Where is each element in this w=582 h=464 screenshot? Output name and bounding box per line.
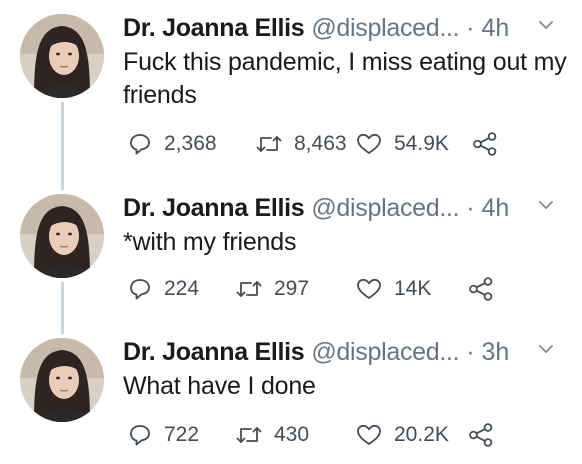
reply-count: 722: [164, 423, 200, 446]
thread-connector-line: [61, 282, 64, 334]
reply-button[interactable]: 224: [128, 274, 199, 304]
reply-icon: [130, 279, 150, 300]
display-name[interactable]: Dr. Joanna Ellis: [123, 14, 305, 42]
retweet-icon: [256, 136, 282, 152]
retweet-icon: [236, 427, 262, 443]
tweet-header: Dr. Joanna Ellis @displaced... · 4h: [123, 12, 509, 44]
heart-icon: [357, 133, 381, 154]
share-button[interactable]: [468, 274, 494, 304]
timestamp[interactable]: 4h: [482, 194, 510, 222]
reply-count: 224: [164, 277, 200, 300]
like-button[interactable]: 54.9K: [356, 129, 449, 159]
share-icon: [473, 132, 497, 156]
retweet-count: 8,463: [294, 132, 347, 155]
tweet-actions: 722 430 20.2K: [128, 420, 558, 450]
heart-icon: [357, 278, 381, 299]
share-button[interactable]: [472, 129, 498, 159]
display-name[interactable]: Dr. Joanna Ellis: [123, 338, 305, 366]
retweet-count: 430: [274, 423, 310, 446]
reply-count: 2,368: [164, 132, 217, 155]
retweet-button[interactable]: 8,463: [256, 129, 347, 159]
tweet-text: *with my friends: [123, 228, 297, 256]
reply-icon: [130, 134, 150, 155]
chevron-down-icon[interactable]: [538, 343, 554, 355]
tweet-header: Dr. Joanna Ellis @displaced... · 3h: [123, 336, 509, 368]
timestamp[interactable]: 4h: [482, 14, 510, 42]
chevron-down-icon[interactable]: [538, 199, 554, 211]
tweet-text: What have I done: [123, 372, 316, 400]
reply-button[interactable]: 2,368: [128, 129, 217, 159]
like-count: 20.2K: [394, 423, 449, 446]
separator-dot: ·: [466, 194, 475, 222]
user-handle[interactable]: @displaced...: [311, 194, 459, 222]
user-handle[interactable]: @displaced...: [311, 14, 459, 42]
share-icon: [469, 277, 493, 301]
separator-dot: ·: [466, 338, 475, 366]
avatar[interactable]: [20, 338, 104, 422]
retweet-icon: [236, 281, 262, 297]
tweet-text: Fuck this pandemic, I miss eating out my…: [123, 48, 567, 109]
chevron-down-icon[interactable]: [538, 19, 554, 31]
retweet-button[interactable]: 430: [236, 420, 309, 450]
thread-connector-line: [61, 102, 64, 190]
like-count: 54.9K: [394, 132, 449, 155]
like-button[interactable]: 20.2K: [356, 420, 449, 450]
tweet-thread: Dr. Joanna Ellis @displaced... · 4h Fuck…: [0, 0, 582, 464]
display-name[interactable]: Dr. Joanna Ellis: [123, 194, 305, 222]
avatar[interactable]: [20, 194, 104, 278]
avatar[interactable]: [20, 14, 104, 98]
timestamp[interactable]: 3h: [482, 338, 510, 366]
retweet-button[interactable]: 297: [236, 274, 309, 304]
retweet-count: 297: [274, 277, 310, 300]
like-button[interactable]: 14K: [356, 274, 431, 304]
tweet-actions: 224 297 14K: [128, 274, 558, 304]
reply-icon: [130, 425, 150, 446]
heart-icon: [357, 424, 381, 445]
user-handle[interactable]: @displaced...: [311, 338, 459, 366]
tweet-actions: 2,368 8,463 54.9K: [128, 129, 558, 159]
share-icon: [469, 423, 493, 447]
separator-dot: ·: [466, 14, 475, 42]
share-button[interactable]: [468, 420, 494, 450]
like-count: 14K: [394, 277, 432, 300]
reply-button[interactable]: 722: [128, 420, 199, 450]
tweet-header: Dr. Joanna Ellis @displaced... · 4h: [123, 192, 509, 224]
